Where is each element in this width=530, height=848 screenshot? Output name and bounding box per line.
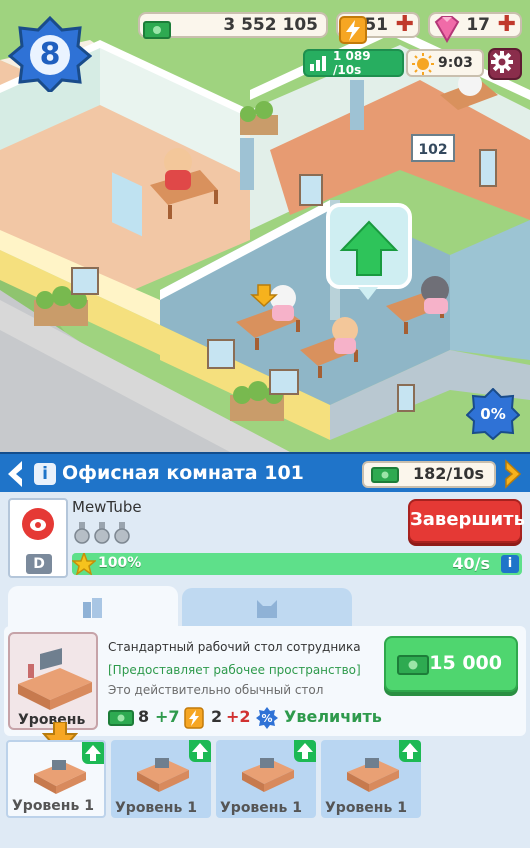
stat-energy-bonus: +2 (226, 707, 251, 726)
lightning-icon (184, 707, 204, 729)
item-effect: [Предоставляет рабочее пространство] (108, 663, 361, 677)
project-grade: D (26, 554, 52, 574)
sun-icon (412, 53, 434, 75)
boost-label[interactable]: Увеличить (284, 707, 382, 726)
desk-slot-level: Уровень 1 (325, 800, 407, 816)
mewtube-logo-icon (22, 508, 54, 540)
game-screen: 102 8 3 552 105 51 ✚ 17 ✚ 1 089 /10s 9:0… (0, 0, 530, 848)
energy-counter[interactable]: 51 ✚ (336, 12, 420, 44)
buildings-icon (83, 598, 102, 618)
chart-up-icon (310, 56, 326, 71)
desk-slot-1[interactable]: Уровень 1 (6, 740, 106, 818)
gear-icon (491, 51, 513, 73)
upgrade-price: 15 000 (429, 652, 502, 674)
cat-head-icon (257, 600, 277, 618)
project-rate: 40/s (452, 554, 490, 573)
upgrade-available-icon (294, 740, 316, 762)
office-scene[interactable]: 102 8 3 552 105 51 ✚ 17 ✚ 1 089 /10s 9:0… (0, 0, 530, 452)
gems-counter[interactable]: 17 ✚ (428, 12, 522, 43)
money-counter: 3 552 105 (138, 12, 328, 39)
stat-money-value: 8 (138, 707, 150, 726)
stat-money-bonus: +7 (155, 707, 180, 726)
prev-room-arrow-icon[interactable] (4, 459, 26, 489)
room-progress-badge[interactable]: 0% (466, 388, 520, 440)
room-header: i Офисная комната 101 182/10s (0, 452, 530, 492)
project-progress-bar: 100% 40/s i (72, 553, 522, 575)
svg-text:%: % (261, 712, 272, 725)
desk-slot-3[interactable]: Уровень 1 (216, 740, 316, 818)
tab-staff[interactable] (182, 588, 352, 628)
room-panel: i Офисная комната 101 182/10s D MewTube … (0, 452, 530, 848)
clock-value: 9:03 (438, 55, 473, 71)
add-energy-plus-icon[interactable]: ✚ (396, 14, 414, 36)
stat-energy-value: 2 (211, 707, 223, 726)
income-rate-badge[interactable]: 1 089 /10s (303, 49, 404, 77)
tab-furniture[interactable] (8, 586, 178, 628)
project-info-button[interactable]: i (501, 555, 519, 573)
star-icon (72, 553, 96, 575)
desk-slot-4[interactable]: Уровень 1 (321, 740, 421, 818)
gem-icon (434, 16, 460, 43)
upgrade-available-icon (82, 742, 104, 764)
project-name: MewTube (72, 498, 142, 516)
desk-slot-level: Уровень 1 (12, 798, 94, 814)
cash-icon (397, 655, 429, 675)
item-flavor-text: Это действительно обычный стол (108, 683, 324, 697)
lightning-icon (339, 16, 367, 44)
income-rate-value: 1 089 /10s (333, 49, 371, 77)
project-card[interactable]: D (8, 498, 68, 578)
desk-slot-level: Уровень 1 (220, 800, 302, 816)
item-name: Стандартный рабочий стол сотрудника (108, 640, 361, 654)
medal-icon (114, 522, 130, 544)
upgrade-item-button[interactable]: 15 000 (384, 636, 518, 692)
room-info-button[interactable]: i (34, 463, 56, 485)
item-details: Уровень 2 Стандартный рабочий стол сотру… (4, 626, 526, 754)
player-level-value: 8 (39, 36, 61, 72)
medal-icon (94, 522, 110, 544)
project-progress-percent: 100% (98, 555, 142, 571)
room-title: Офисная комната 101 (62, 462, 304, 484)
cash-icon (143, 21, 171, 39)
cash-icon (108, 710, 134, 726)
cash-icon (371, 467, 399, 483)
percent-badge-icon: % (256, 707, 278, 729)
room-income: 182/10s (362, 461, 496, 488)
desk-slot-level: Уровень 1 (115, 800, 197, 816)
item-thumbnail[interactable]: Уровень 2 (8, 632, 98, 730)
upgrade-available-icon (189, 740, 211, 762)
next-room-arrow-icon[interactable] (502, 459, 524, 489)
room-102-sign: 102 (418, 142, 447, 158)
finish-project-button[interactable]: Завершить (408, 499, 525, 543)
upgrade-available-icon (399, 740, 421, 762)
settings-button[interactable] (488, 48, 522, 80)
room-income-value: 182/10s (412, 464, 484, 483)
desk-slot-2[interactable]: Уровень 1 (111, 740, 211, 818)
medal-icon (74, 522, 90, 544)
game-clock: 9:03 (406, 49, 484, 77)
player-level-badge[interactable]: 8 (8, 16, 92, 92)
add-gems-plus-icon[interactable]: ✚ (498, 14, 516, 36)
room-progress-value: 0% (480, 405, 506, 423)
